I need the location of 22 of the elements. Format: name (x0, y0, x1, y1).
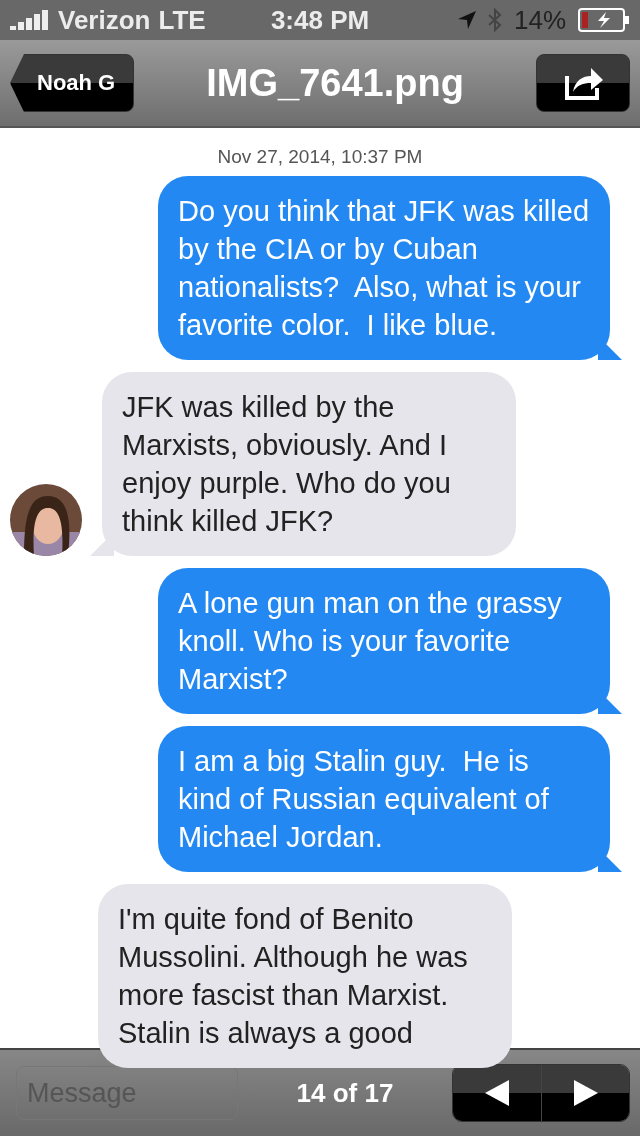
location-arrow-icon (457, 11, 476, 29)
share-button[interactable] (536, 54, 630, 112)
bluetooth-icon (487, 8, 502, 32)
carrier-name: Verizon (58, 4, 151, 36)
received-message: JFK was killed by the Marxists, obviously. And I enjoy purple. Who do you think killed JFK? (90, 372, 516, 556)
share-icon (563, 66, 603, 100)
sent-message: Do you think that JFK was killed by the CIA or by Cuban nationalists? Also, what is your favorite color. I like blue. (158, 176, 622, 360)
sent-message: A lone gun man on the grassy knoll. Who is your favorite Marxist? (158, 568, 622, 714)
signal-icon (10, 10, 50, 30)
page-counter: 14 of 17 (295, 1077, 395, 1109)
network-type: LTE (158, 4, 206, 36)
previous-button[interactable] (453, 1065, 541, 1121)
back-button[interactable]: Noah G (10, 54, 135, 112)
clock-time: 3:48 PM (270, 4, 370, 36)
next-button[interactable] (541, 1065, 629, 1121)
left-triangle-icon (485, 1080, 509, 1106)
image-title: IMG_7641.png (205, 61, 465, 105)
sent-message: I am a big Stalin guy. He is kind of Russian equivalent of Michael Jordan. (158, 726, 622, 872)
battery-percent: 14% (513, 4, 566, 36)
message-timestamp: Nov 27, 2014, 10:37 PM (216, 146, 424, 168)
right-triangle-icon (573, 1080, 598, 1106)
battery-icon (578, 8, 630, 32)
